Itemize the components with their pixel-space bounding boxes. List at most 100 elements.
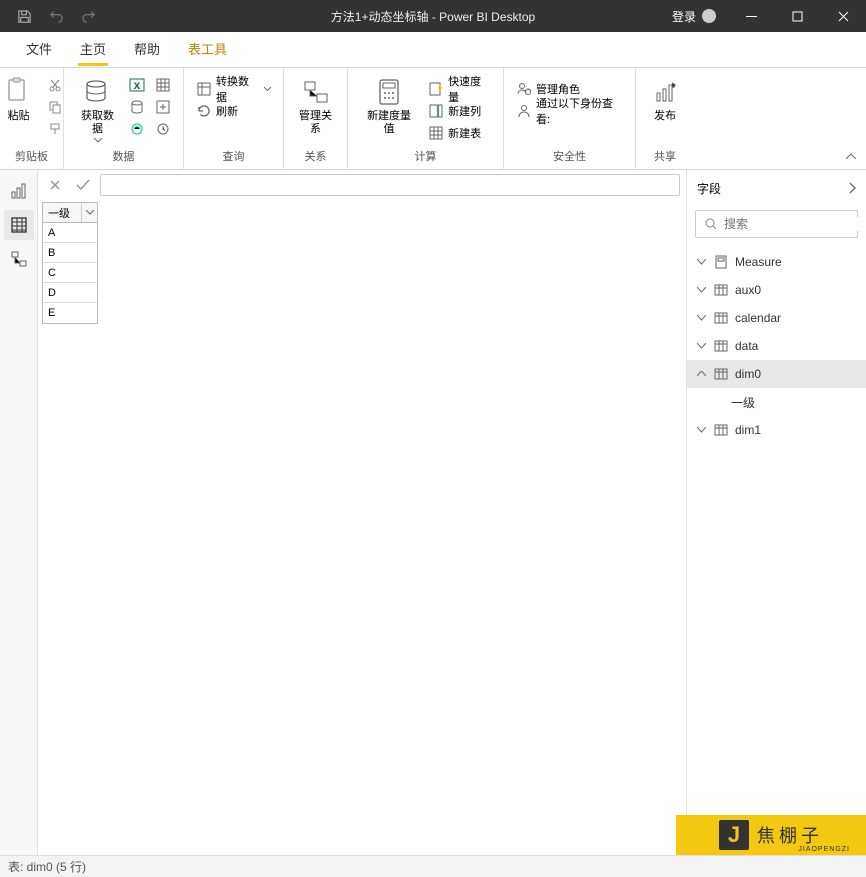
enter-data-button[interactable] bbox=[151, 96, 175, 118]
refresh-button[interactable]: 刷新 bbox=[192, 100, 275, 122]
field-item-measure[interactable]: Measure bbox=[687, 248, 866, 276]
ribbon-group-data: 获取数据 x 数据 bbox=[64, 68, 184, 169]
field-item-aux0[interactable]: aux0 bbox=[687, 276, 866, 304]
paste-button[interactable]: 粘贴 bbox=[0, 74, 41, 125]
recent-button[interactable] bbox=[151, 118, 175, 140]
field-item-dim0[interactable]: dim0 bbox=[687, 360, 866, 388]
pbi-dataset-button[interactable] bbox=[151, 74, 175, 96]
recent-icon bbox=[155, 121, 171, 137]
ribbon-group-security: 管理角色 通过以下身份查看: 安全性 bbox=[504, 68, 636, 169]
new-column-button[interactable]: 新建列 bbox=[424, 100, 495, 122]
new-measure-button[interactable]: 新建度量值 bbox=[356, 74, 422, 138]
new-table-button[interactable]: 新建表 bbox=[424, 122, 495, 144]
report-view-button[interactable] bbox=[4, 176, 34, 206]
table-icon bbox=[713, 366, 729, 382]
field-item-data[interactable]: data bbox=[687, 332, 866, 360]
fields-list: Measure aux0 calendar data dim0 一级 bbox=[687, 242, 866, 855]
column-dropdown-icon[interactable] bbox=[81, 204, 97, 222]
newtable-icon bbox=[428, 125, 444, 141]
measure-table-icon bbox=[713, 254, 729, 270]
excel-button[interactable]: x bbox=[125, 74, 149, 96]
tab-help[interactable]: 帮助 bbox=[122, 32, 172, 68]
field-column-yiji[interactable]: 一级 bbox=[687, 388, 866, 416]
ribbon: 粘贴 剪贴板 获取数据 x bbox=[0, 68, 866, 170]
transform-icon bbox=[196, 81, 212, 97]
sql-icon bbox=[129, 99, 145, 115]
ribbon-group-clipboard: 粘贴 剪贴板 bbox=[0, 68, 64, 169]
chevron-up-icon bbox=[695, 368, 707, 380]
undo-icon[interactable] bbox=[42, 2, 70, 30]
redo-icon[interactable] bbox=[74, 2, 102, 30]
quick-measure-button[interactable]: 快速度量 bbox=[424, 78, 495, 100]
roles-icon bbox=[516, 81, 532, 97]
data-view-button[interactable] bbox=[4, 210, 34, 240]
chevron-down-icon bbox=[264, 87, 271, 91]
copy-button[interactable] bbox=[43, 96, 67, 118]
table-icon bbox=[713, 282, 729, 298]
ribbon-group-query: 转换数据 刷新 查询 bbox=[184, 68, 284, 169]
chevron-down-icon bbox=[695, 256, 707, 268]
chevron-down-icon bbox=[695, 284, 707, 296]
ribbon-group-share: 发布 共享 bbox=[636, 68, 694, 169]
field-item-dim1[interactable]: dim1 bbox=[687, 416, 866, 444]
transform-button[interactable]: 转换数据 bbox=[192, 78, 275, 100]
watermark-logo: J bbox=[719, 820, 749, 850]
table-row[interactable]: E bbox=[43, 303, 97, 323]
column-icon bbox=[428, 103, 444, 119]
cut-button[interactable] bbox=[43, 74, 67, 96]
search-input[interactable] bbox=[724, 217, 866, 231]
commit-formula-button[interactable] bbox=[72, 174, 94, 196]
table-row[interactable]: C bbox=[43, 263, 97, 283]
dataverse-button[interactable] bbox=[125, 118, 149, 140]
view-switcher bbox=[0, 170, 38, 855]
fields-search[interactable] bbox=[695, 210, 858, 238]
quickaccess bbox=[0, 2, 102, 30]
save-icon[interactable] bbox=[10, 2, 38, 30]
tab-home[interactable]: 主页 bbox=[68, 32, 118, 68]
ribbon-collapse-button[interactable] bbox=[844, 149, 858, 163]
table-icon bbox=[713, 422, 729, 438]
svg-text:x: x bbox=[134, 78, 141, 92]
sql-button[interactable] bbox=[125, 96, 149, 118]
tab-file[interactable]: 文件 bbox=[14, 32, 64, 68]
refresh-icon bbox=[196, 103, 212, 119]
formula-input[interactable] bbox=[100, 174, 680, 196]
enterdata-icon bbox=[155, 99, 171, 115]
view-as-button[interactable]: 通过以下身份查看: bbox=[512, 100, 627, 122]
table-row[interactable]: A bbox=[43, 223, 97, 243]
clipboard-icon bbox=[3, 76, 35, 108]
ribbon-tabs: 文件 主页 帮助 表工具 bbox=[0, 32, 866, 68]
chevron-right-icon[interactable] bbox=[848, 182, 856, 194]
chevron-down-icon bbox=[695, 340, 707, 352]
manage-relations-button[interactable]: 管理关系 bbox=[292, 74, 339, 138]
quickmeasure-icon bbox=[428, 81, 444, 97]
data-grid: 一级 A B C D E bbox=[42, 202, 98, 324]
chevron-down-icon bbox=[94, 138, 102, 143]
copy-icon bbox=[47, 99, 63, 115]
table-row[interactable]: D bbox=[43, 283, 97, 303]
dataverse-icon bbox=[129, 121, 145, 137]
close-button[interactable] bbox=[820, 0, 866, 32]
getdata-button[interactable]: 获取数据 bbox=[72, 74, 123, 145]
relation-icon bbox=[300, 76, 332, 108]
chevron-down-icon bbox=[695, 312, 707, 324]
table-icon bbox=[713, 310, 729, 326]
watermark-text: 焦棚子 bbox=[757, 822, 823, 848]
fields-pane-header: 字段 bbox=[687, 170, 866, 206]
excel-icon: x bbox=[129, 77, 145, 93]
maximize-button[interactable] bbox=[774, 0, 820, 32]
cancel-formula-button[interactable] bbox=[44, 174, 66, 196]
column-header[interactable]: 一级 bbox=[43, 203, 97, 223]
login-button[interactable]: 登录 bbox=[660, 0, 728, 32]
cut-icon bbox=[47, 77, 63, 93]
field-item-calendar[interactable]: calendar bbox=[687, 304, 866, 332]
tab-tabletools[interactable]: 表工具 bbox=[176, 32, 239, 68]
viewas-icon bbox=[516, 103, 532, 119]
format-painter-button[interactable] bbox=[43, 118, 67, 140]
chevron-down-icon bbox=[695, 424, 707, 436]
calculator-icon bbox=[373, 76, 405, 108]
minimize-button[interactable] bbox=[728, 0, 774, 32]
table-row[interactable]: B bbox=[43, 243, 97, 263]
model-view-button[interactable] bbox=[4, 244, 34, 274]
publish-button[interactable]: 发布 bbox=[643, 74, 687, 125]
